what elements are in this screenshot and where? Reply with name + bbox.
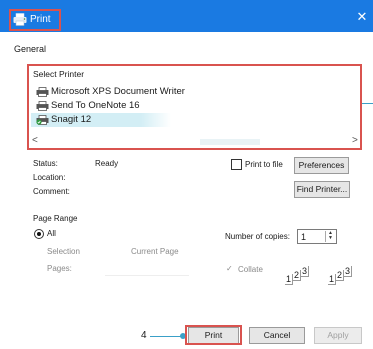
all-radio[interactable] <box>34 229 44 239</box>
step-number: 4 <box>141 330 147 341</box>
status-label: Status: <box>33 159 58 168</box>
apply-button[interactable]: Apply <box>314 327 362 344</box>
comment-label: Comment: <box>33 187 70 196</box>
printer-icon <box>36 101 49 111</box>
collate-stack-icon: 3 <box>344 266 353 277</box>
scroll-left-icon[interactable]: < <box>32 135 38 146</box>
printer-list[interactable]: Microsoft XPS Document Writer Send To On… <box>31 85 356 127</box>
cancel-button[interactable]: Cancel <box>249 327 305 344</box>
collate-stack-icon: 3 <box>301 266 310 277</box>
printer-icon <box>36 87 49 97</box>
location-label: Location: <box>33 173 66 182</box>
copies-label: Number of copies: <box>225 232 290 241</box>
collate-stack-icon: 2 <box>293 270 302 281</box>
printer-item[interactable]: Microsoft XPS Document Writer <box>36 85 356 99</box>
status-value: Ready <box>95 159 119 168</box>
printer-name: Microsoft XPS Document Writer <box>51 86 185 97</box>
print-to-file-label: Print to file <box>245 160 283 169</box>
printer-name: Send To OneNote 16 <box>51 100 140 111</box>
printer-item-selected[interactable]: Snagit 12 <box>31 113 231 127</box>
collate-label: Collate <box>238 265 263 274</box>
printer-item[interactable]: Send To OneNote 16 <box>36 99 356 113</box>
title-highlight-box <box>9 9 61 31</box>
tab-general[interactable]: General <box>14 44 46 55</box>
collate-stack-icon: 1 <box>328 274 337 285</box>
callout-line <box>362 103 373 104</box>
select-printer-group: Select Printer Microsoft XPS Document Wr… <box>27 64 362 150</box>
scroll-right-icon[interactable]: > <box>352 135 358 146</box>
collate-stack-icon: 2 <box>336 270 345 281</box>
find-printer-button[interactable]: Find Printer... <box>294 181 350 198</box>
select-printer-label: Select Printer <box>33 69 85 79</box>
scrollbar-thumb[interactable] <box>200 139 260 145</box>
stepper-arrows-icon[interactable]: ▲ ▼ <box>325 231 335 242</box>
collate-illustration: 1 2 3 1 2 3 <box>280 266 362 298</box>
copies-value: 1 <box>301 232 307 242</box>
collate-stack-icon: 1 <box>285 274 294 285</box>
pages-input[interactable] <box>105 262 189 276</box>
close-button[interactable]: ✕ <box>355 10 369 24</box>
page-range-label: Page Range <box>33 214 78 223</box>
current-page-label[interactable]: Current Page <box>131 247 179 257</box>
print-highlight-box <box>185 325 242 345</box>
collate-checkbox[interactable]: ✓ <box>226 264 233 274</box>
selection-label[interactable]: Selection <box>47 247 80 257</box>
all-label: All <box>47 229 56 238</box>
pages-label: Pages: <box>47 264 72 273</box>
preferences-button[interactable]: Preferences <box>294 157 349 174</box>
printer-name: Snagit 12 <box>51 114 92 125</box>
copies-stepper[interactable]: 1 ▲ ▼ <box>297 229 337 244</box>
horizontal-scrollbar[interactable]: < > <box>30 135 361 148</box>
print-to-file-checkbox[interactable] <box>231 159 242 170</box>
default-printer-icon <box>36 115 49 125</box>
callout-arrow <box>150 336 184 337</box>
